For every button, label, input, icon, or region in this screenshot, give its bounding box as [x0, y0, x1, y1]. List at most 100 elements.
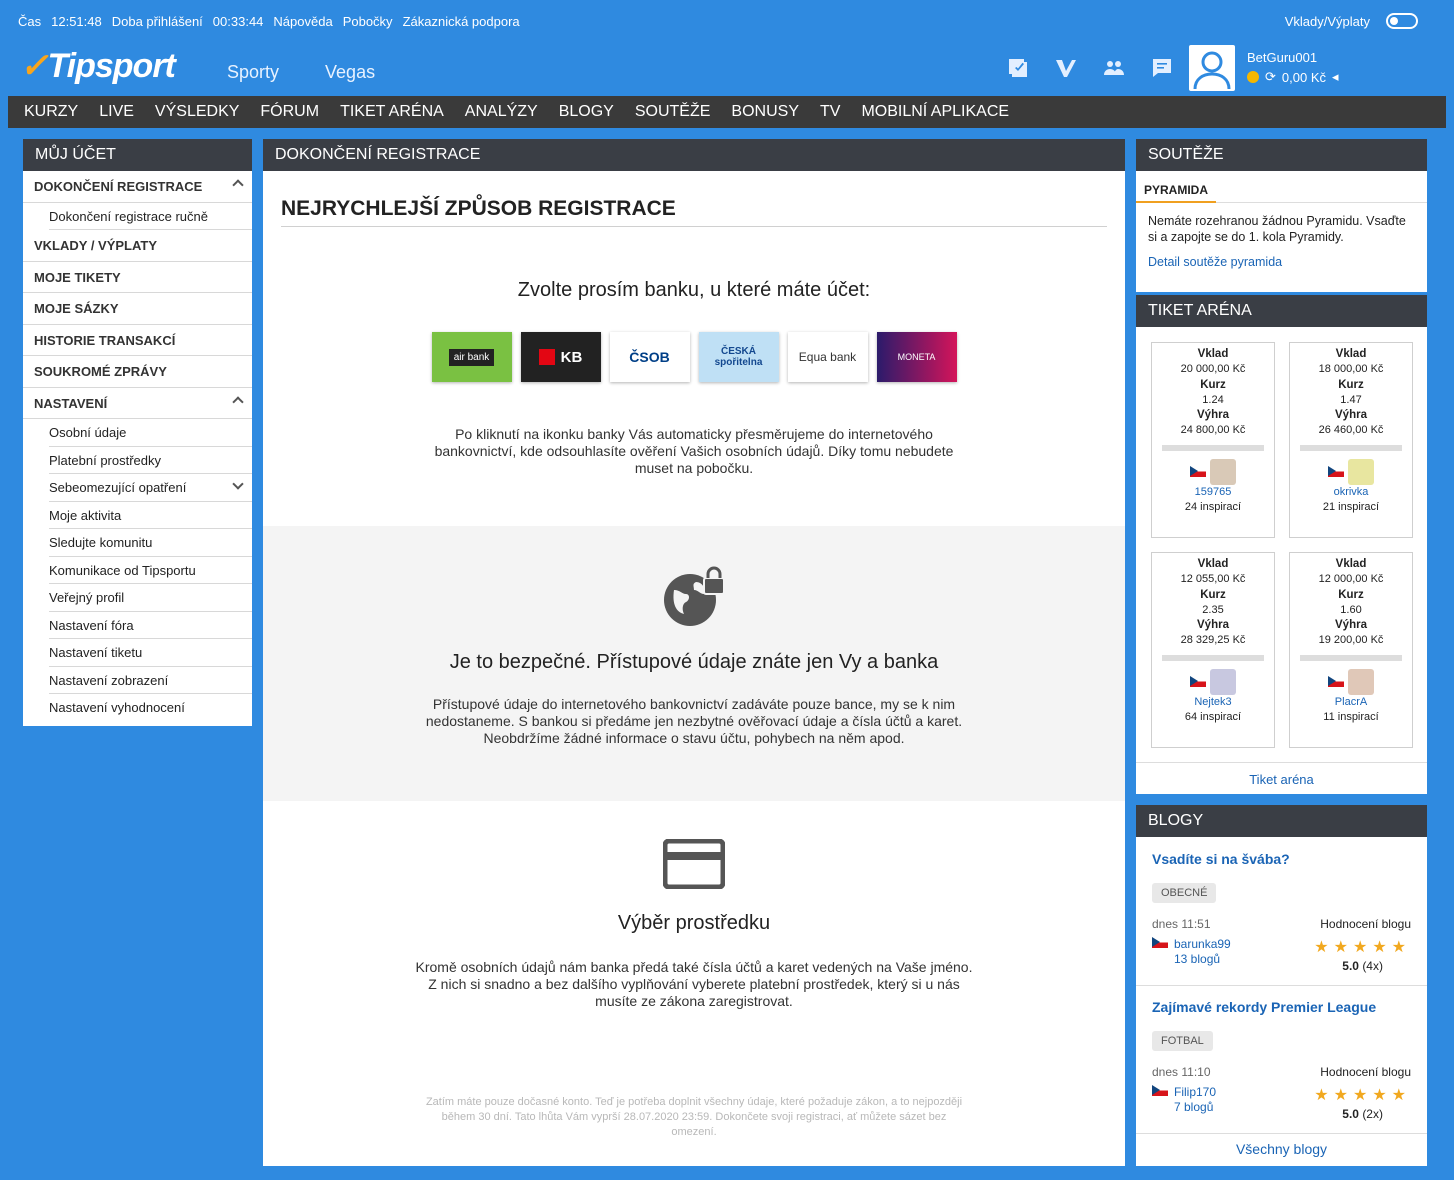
branches-link[interactable]: Pobočky: [343, 14, 393, 29]
ticket-user[interactable]: 159765: [1152, 485, 1274, 500]
tab-pyramida[interactable]: PYRAMIDA: [1136, 171, 1217, 203]
user-picture: [1210, 458, 1236, 485]
menu-bets[interactable]: MOJE SÁZKY: [23, 293, 252, 325]
user-picture: [1348, 668, 1374, 695]
bank-section: Zvolte prosím banku, u které máte účet: …: [263, 279, 1125, 477]
mainnav-forum[interactable]: FÓRUM: [260, 96, 319, 128]
chevron-down-icon[interactable]: [232, 478, 244, 490]
menu-evaluation-settings[interactable]: Nastavení vyhodnocení: [49, 694, 252, 722]
blog-title[interactable]: Zajímavé rekordy Premier League: [1152, 999, 1411, 1015]
mainnav-live[interactable]: LIVE: [99, 96, 134, 128]
payment-text: Kromě osobních údajů nám banka předá tak…: [415, 959, 973, 1009]
header: ✓Tipsport Sporty Vegas BetGuru001 ⟳ 0,00 …: [0, 42, 1454, 96]
community-icon[interactable]: [1102, 56, 1126, 80]
mainnav-blogy[interactable]: BLOGY: [559, 96, 614, 128]
blogy-title: BLOGY: [1136, 805, 1427, 837]
menu-communication[interactable]: Komunikace od Tipsportu: [49, 557, 252, 584]
menu-payment[interactable]: Platební prostředky: [49, 447, 252, 474]
menu-forum-settings[interactable]: Nastavení fóra: [49, 612, 252, 639]
pyramida-text: Nemáte rozehranou žádnou Pyramidu. Vsaďt…: [1136, 202, 1427, 255]
user-avatar[interactable]: [1189, 45, 1235, 91]
czech-flag-icon: [1190, 676, 1206, 688]
blog-tag[interactable]: FOTBAL: [1152, 1031, 1213, 1051]
blog-tag[interactable]: OBECNÉ: [1152, 883, 1217, 903]
menu-ticket-settings[interactable]: Nastavení tiketu: [49, 639, 252, 667]
tipsport-logo[interactable]: ✓Tipsport: [20, 46, 176, 86]
bank-moneta[interactable]: MONETA: [876, 332, 957, 382]
nav-sporty[interactable]: Sporty: [227, 62, 279, 83]
menu-transactions[interactable]: HISTORIE TRANSAKCÍ: [23, 325, 252, 356]
user-picture: [1210, 668, 1236, 695]
blog-author[interactable]: barunka99: [1174, 937, 1231, 952]
credit-card-icon: [662, 838, 726, 890]
ticket-card[interactable]: Vklad 12 000,00 Kč Kurz 1.60 Výhra 19 200,0…: [1289, 552, 1413, 748]
tipsport-v-icon[interactable]: [1054, 56, 1078, 80]
mainnav-vysledky[interactable]: VÝSLEDKY: [155, 96, 239, 128]
ticket-card[interactable]: Vklad 20 000,00 Kč Kurz 1.24 Výhra 24 800,0…: [1151, 342, 1275, 538]
deposits-link[interactable]: Vklady/Výplaty: [1285, 14, 1370, 29]
ticket-card[interactable]: Vklad 12 055,00 Kč Kurz 2.35 Výhra 28 329,2…: [1151, 552, 1275, 748]
menu-settings[interactable]: NASTAVENÍ: [23, 388, 252, 419]
coin-icon: [1247, 71, 1259, 83]
ticket-user[interactable]: Nejtek3: [1152, 695, 1274, 710]
chevron-up-icon[interactable]: [232, 179, 244, 191]
bank-ceska-sporitelna[interactable]: ČESKÁ spořitelna: [698, 332, 779, 382]
menu-registration[interactable]: DOKONČENÍ REGISTRACE: [23, 171, 252, 203]
souteze-title: SOUTĚŽE: [1136, 139, 1427, 171]
nav-vegas[interactable]: Vegas: [325, 62, 375, 83]
mainnav-mobile[interactable]: MOBILNÍ APLIKACE: [861, 96, 1009, 128]
ticket-check-icon[interactable]: [1006, 56, 1030, 80]
mainnav-kurzy[interactable]: KURZY: [24, 96, 78, 128]
caret-left-icon[interactable]: ◂: [1332, 69, 1339, 85]
all-blogs-link[interactable]: Všechny blogy: [1136, 1133, 1427, 1157]
messages-icon[interactable]: [1150, 56, 1174, 80]
menu-public-profile[interactable]: Veřejný profil: [49, 584, 252, 612]
mainnav-tv[interactable]: TV: [820, 96, 840, 128]
support-link[interactable]: Zákaznická podpora: [403, 14, 520, 29]
ticket-user[interactable]: okrivka: [1290, 485, 1412, 500]
security-section: Je to bezpečné. Přístupové údaje znáte j…: [263, 526, 1125, 801]
theme-toggle[interactable]: [1386, 13, 1418, 29]
menu-tickets[interactable]: MOJE TIKETY: [23, 262, 252, 293]
menu-community[interactable]: Sledujte komunitu: [49, 529, 252, 557]
bank-airbank[interactable]: air bank: [431, 332, 512, 382]
pyramida-link[interactable]: Detail soutěže pyramida: [1136, 255, 1427, 269]
mainnav-souteze[interactable]: SOUTĚŽE: [635, 96, 711, 128]
mainnav-analyzy[interactable]: ANALÝZY: [465, 96, 538, 128]
bank-csob[interactable]: ČSOB: [609, 332, 690, 382]
menu-messages[interactable]: SOUKROMÉ ZPRÁVY: [23, 356, 252, 388]
menu-activity[interactable]: Moje aktivita: [49, 502, 252, 529]
blog-author[interactable]: Filip170: [1174, 1085, 1216, 1100]
czech-flag-icon: [1152, 937, 1168, 948]
blog-title[interactable]: Vsadíte si na švába?: [1152, 851, 1411, 867]
czech-flag-icon: [1328, 466, 1344, 478]
ticket-user[interactable]: PlacrA: [1290, 695, 1412, 710]
rating-stars-icon: ★★★★★: [1314, 939, 1411, 956]
menu-registration-manual[interactable]: Dokončení registrace ručně: [49, 203, 252, 230]
footnote: Zatím máte pouze dočasné konto. Teď je p…: [425, 1096, 963, 1138]
top-bar: Čas 12:51:48 Doba přihlášení 00:33:44 Ná…: [0, 0, 1454, 42]
mainnav-bonusy[interactable]: BONUSY: [731, 96, 799, 128]
tiket-arena-link[interactable]: Tiket aréna: [1136, 762, 1427, 787]
bank-equa[interactable]: Equa bank: [787, 332, 868, 382]
login-time: 00:33:44: [212, 14, 264, 29]
menu-deposits[interactable]: VKLADY / VÝPLATY: [23, 230, 252, 262]
menu-display-settings[interactable]: Nastavení zobrazení: [49, 667, 252, 694]
blogy-panel: BLOGY Vsadíte si na švába? OBECNÉ dnes 1…: [1136, 805, 1427, 1166]
payment-title: Výběr prostředku: [617, 912, 771, 934]
czech-flag-icon: [1190, 466, 1206, 478]
login-label: Doba přihlášení: [111, 14, 203, 29]
help-link[interactable]: Nápověda: [273, 14, 332, 29]
chevron-up-icon[interactable]: [232, 395, 244, 408]
menu-personal[interactable]: Osobní údaje: [49, 419, 252, 447]
mainnav-tiket-arena[interactable]: TIKET ARÉNA: [340, 96, 444, 128]
user-picture: [1348, 458, 1374, 485]
bank-kb[interactable]: KB: [520, 332, 601, 382]
czech-flag-icon: [1328, 676, 1344, 688]
refresh-icon[interactable]: ⟳: [1265, 69, 1276, 85]
username[interactable]: BetGuru001: [1247, 50, 1339, 65]
ticket-card[interactable]: Vklad 18 000,00 Kč Kurz 1.47 Výhra 26 460,0…: [1289, 342, 1413, 538]
kb-logo-icon: [538, 349, 555, 365]
security-text: Přístupové údaje do internetového bankov…: [425, 696, 963, 746]
menu-self-limit[interactable]: Sebeomezující opatření: [49, 474, 252, 502]
